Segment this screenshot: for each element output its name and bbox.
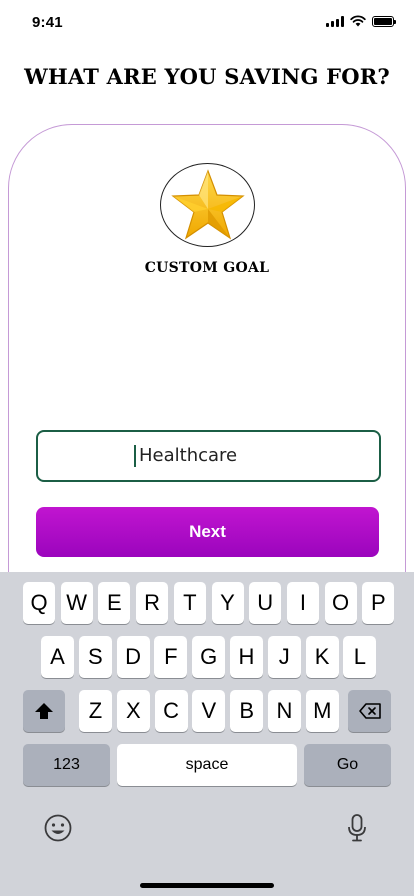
cellular-signal-icon bbox=[326, 15, 344, 27]
key-k[interactable]: K bbox=[305, 636, 339, 678]
goal-name-value: Healthcare bbox=[134, 445, 237, 467]
key-z[interactable]: Z bbox=[79, 690, 112, 732]
space-key[interactable]: space bbox=[117, 744, 297, 786]
emoji-key[interactable] bbox=[42, 812, 74, 844]
key-q[interactable]: Q bbox=[23, 582, 55, 624]
goal-name-input[interactable]: Healthcare bbox=[36, 430, 381, 482]
key-t[interactable]: T bbox=[173, 582, 206, 624]
key-w[interactable]: W bbox=[60, 582, 93, 624]
wifi-icon bbox=[350, 15, 366, 27]
key-o[interactable]: O bbox=[324, 582, 357, 624]
battery-icon bbox=[372, 15, 396, 27]
key-c[interactable]: C bbox=[154, 690, 188, 732]
status-bar: 9:41 bbox=[0, 0, 414, 44]
key-h[interactable]: H bbox=[230, 636, 263, 678]
key-n[interactable]: N bbox=[268, 690, 301, 732]
key-s[interactable]: S bbox=[78, 636, 112, 678]
key-b[interactable]: B bbox=[230, 690, 264, 732]
key-l[interactable]: L bbox=[343, 636, 377, 678]
key-j[interactable]: J bbox=[267, 636, 301, 678]
star-icon bbox=[170, 169, 245, 240]
key-v[interactable]: V bbox=[192, 690, 226, 732]
goal-label: CUSTOM GOAL bbox=[144, 260, 270, 276]
key-i[interactable]: I bbox=[286, 582, 319, 624]
key-d[interactable]: D bbox=[116, 636, 150, 678]
key-u[interactable]: U bbox=[249, 582, 282, 624]
key-a[interactable]: A bbox=[41, 636, 74, 678]
shift-key[interactable] bbox=[23, 690, 65, 732]
status-time: 9:41 bbox=[32, 14, 63, 31]
key-f[interactable]: F bbox=[154, 636, 188, 678]
keyboard: QWERTYUIOP ASDFGHJKL ZXCVBNM 123 space G… bbox=[0, 572, 414, 896]
go-key[interactable]: Go bbox=[304, 744, 391, 786]
key-m[interactable]: M bbox=[305, 690, 339, 732]
delete-key[interactable] bbox=[348, 690, 391, 732]
status-icons bbox=[326, 15, 396, 27]
goal-icon-button[interactable] bbox=[160, 163, 255, 247]
emoji-icon bbox=[44, 814, 72, 842]
home-indicator bbox=[140, 883, 274, 888]
backspace-icon bbox=[358, 703, 381, 719]
next-button[interactable]: Next bbox=[36, 507, 379, 557]
page-title: WHAT ARE YOU SAVING FOR? bbox=[24, 64, 390, 89]
microphone-icon bbox=[348, 814, 366, 842]
key-e[interactable]: E bbox=[98, 582, 131, 624]
numbers-key[interactable]: 123 bbox=[23, 744, 110, 786]
key-y[interactable]: Y bbox=[211, 582, 244, 624]
dictation-key[interactable] bbox=[344, 812, 370, 844]
key-g[interactable]: G bbox=[192, 636, 226, 678]
key-p[interactable]: P bbox=[362, 582, 395, 624]
shift-icon bbox=[35, 703, 53, 719]
key-x[interactable]: X bbox=[116, 690, 150, 732]
key-r[interactable]: R bbox=[136, 582, 169, 624]
